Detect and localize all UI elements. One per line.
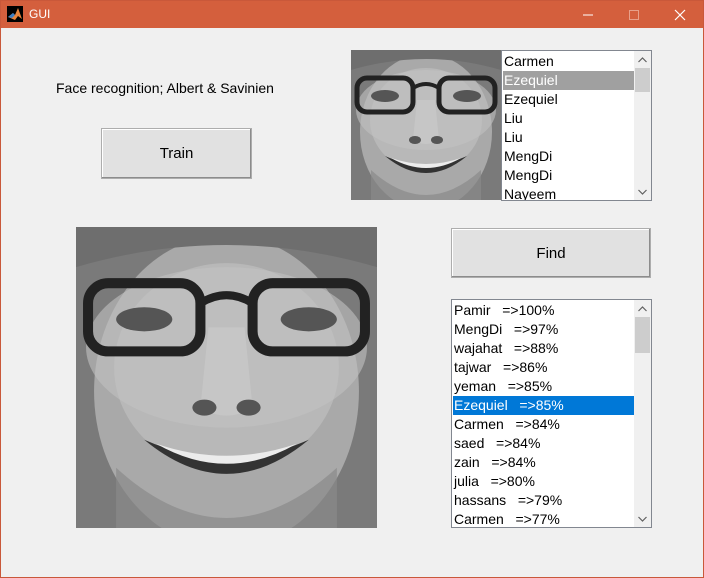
- face-graphic: [76, 227, 377, 528]
- app-heading: Face recognition; Albert & Savinien: [56, 80, 274, 96]
- result-item[interactable]: saed =>84%: [453, 434, 634, 453]
- result-item[interactable]: Pamir =>100%: [453, 301, 634, 320]
- scroll-thumb[interactable]: [635, 317, 650, 353]
- result-item-selected[interactable]: Ezequiel =>85%: [453, 396, 634, 415]
- query-face-image: [76, 227, 377, 528]
- list-item[interactable]: MengDi: [503, 147, 635, 166]
- scroll-up-button[interactable]: [634, 300, 651, 317]
- close-icon: [674, 9, 686, 20]
- list-item[interactable]: Ezequiel: [503, 90, 635, 109]
- face-graphic: [351, 50, 501, 200]
- result-item[interactable]: Carmen =>84%: [453, 415, 634, 434]
- result-item[interactable]: wajahat =>88%: [453, 339, 634, 358]
- scroll-down-button[interactable]: [634, 510, 651, 527]
- result-item[interactable]: tajwar =>86%: [453, 358, 634, 377]
- list-item[interactable]: Nayeem: [503, 185, 635, 200]
- title-bar[interactable]: GUI: [1, 1, 703, 28]
- scroll-up-button[interactable]: [634, 51, 651, 68]
- minimize-icon: [583, 14, 593, 15]
- scroll-thumb[interactable]: [635, 68, 650, 92]
- vertical-scrollbar[interactable]: [634, 300, 651, 527]
- minimize-button[interactable]: [565, 1, 611, 28]
- gui-window: GUI Face recognition; Albert & Savinien …: [0, 0, 704, 578]
- list-item[interactable]: MengDi: [503, 166, 635, 185]
- list-item[interactable]: Carmen: [503, 52, 635, 71]
- chevron-up-icon: [638, 305, 647, 311]
- result-item[interactable]: zain =>84%: [453, 453, 634, 472]
- find-button[interactable]: Find: [451, 228, 651, 278]
- maximize-button[interactable]: [611, 1, 657, 28]
- match-face-image: [351, 50, 501, 200]
- list-item[interactable]: Liu: [503, 128, 635, 147]
- results-listbox[interactable]: Pamir =>100% MengDi =>97% wajahat =>88% …: [451, 299, 652, 528]
- result-item[interactable]: yeman =>85%: [453, 377, 634, 396]
- chevron-down-icon: [638, 189, 647, 195]
- list-item-selected[interactable]: Ezequiel: [503, 71, 635, 90]
- window-title: GUI: [29, 7, 51, 21]
- maximize-icon: [629, 9, 639, 20]
- chevron-up-icon: [638, 56, 647, 62]
- result-item[interactable]: julia =>80%: [453, 472, 634, 491]
- vertical-scrollbar[interactable]: [634, 51, 651, 200]
- close-button[interactable]: [657, 1, 703, 28]
- result-item[interactable]: MengDi =>97%: [453, 320, 634, 339]
- list-item[interactable]: Liu: [503, 109, 635, 128]
- result-item[interactable]: Carmen =>77%: [453, 510, 634, 527]
- names-listbox[interactable]: Carmen Ezequiel Ezequiel Liu Liu MengDi …: [501, 50, 652, 201]
- train-button[interactable]: Train: [101, 128, 252, 179]
- result-item[interactable]: hassans =>79%: [453, 491, 634, 510]
- scroll-down-button[interactable]: [634, 183, 651, 200]
- matlab-icon: [7, 6, 23, 22]
- chevron-down-icon: [638, 516, 647, 522]
